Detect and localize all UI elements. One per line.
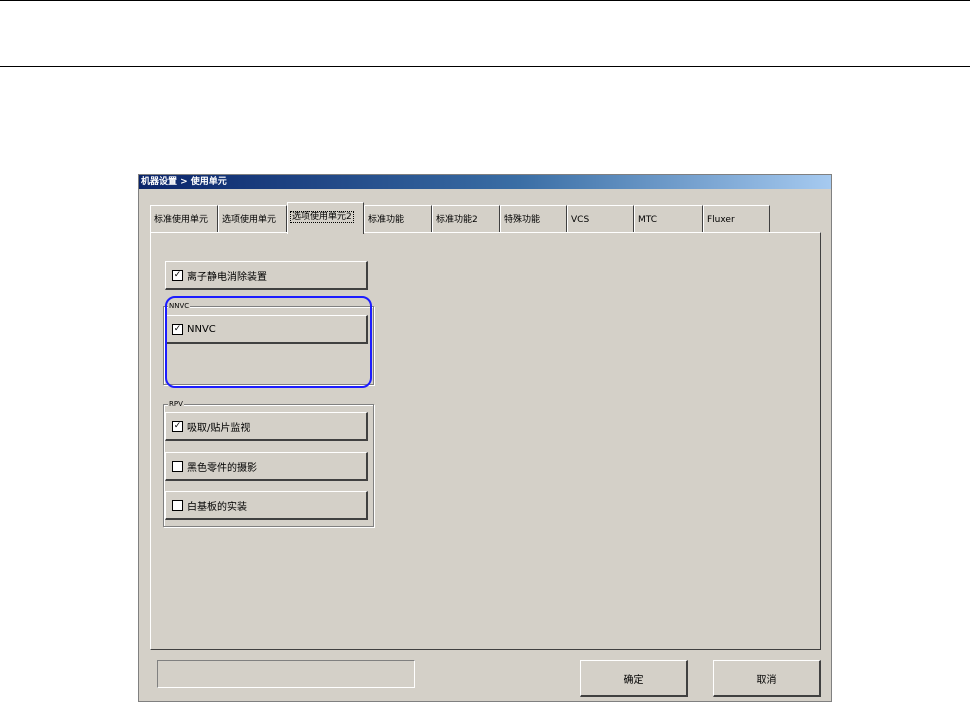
tab-label: 特殊功能 xyxy=(504,215,541,225)
tab-label: 标准功能 xyxy=(368,215,405,225)
top-rule xyxy=(0,0,970,1)
tab-mtc[interactable]: MTC xyxy=(634,205,703,233)
cancel-label: 取消 xyxy=(756,674,777,686)
separator-rule xyxy=(0,66,970,67)
tab-label: 选项使用单元 xyxy=(222,215,277,225)
checkbox-mark[interactable]: ✓ xyxy=(172,420,183,432)
tab-panel: ✓ 离子静电消除装置 NNVC ✓ NNVC RPV ✓ 吸取/贴片监视 黑色零… xyxy=(150,232,821,650)
pickup-monitor-label: 吸取/贴片监视 xyxy=(187,422,251,434)
white-board-checkbox-button[interactable]: 白基板的实装 xyxy=(165,491,368,520)
tab-standard-functions-2[interactable]: 标准功能2 xyxy=(432,205,500,233)
ionizer-label: 离子静电消除装置 xyxy=(187,271,267,283)
tab-special-functions[interactable]: 特殊功能 xyxy=(500,205,567,233)
cancel-button[interactable]: 取消 xyxy=(713,660,821,697)
black-part-label: 黑色零件的摄影 xyxy=(187,462,257,474)
rpv-group-label: RPV xyxy=(168,399,184,409)
tab-label: Fluxer xyxy=(707,215,735,225)
tab-label: 标准使用单元 xyxy=(154,215,209,225)
checkbox-mark[interactable]: ✓ xyxy=(172,269,183,281)
tab-fluxer[interactable]: Fluxer xyxy=(703,205,770,233)
tab-standard-functions[interactable]: 标准功能 xyxy=(364,205,432,233)
status-field xyxy=(157,660,415,688)
tab-label: VCS xyxy=(571,215,590,225)
ok-button[interactable]: 确定 xyxy=(580,660,688,697)
tab-vcs[interactable]: VCS xyxy=(567,205,634,233)
ok-label: 确定 xyxy=(623,674,644,686)
white-board-label: 白基板的实装 xyxy=(187,501,247,513)
checkbox-mark[interactable] xyxy=(172,460,183,472)
tab-label: MTC xyxy=(638,215,658,225)
checkbox-mark[interactable] xyxy=(172,499,183,511)
nnvc-highlight-annotation xyxy=(165,296,372,388)
tab-label: 选项使用单元2 xyxy=(290,211,354,223)
machine-settings-dialog: 机器设置 > 使用单元 标准使用单元 选项使用单元 选项使用单元2 标准功能 标… xyxy=(138,174,832,702)
tab-standard-units[interactable]: 标准使用单元 xyxy=(150,205,218,233)
tab-option-units[interactable]: 选项使用单元 xyxy=(218,205,287,233)
pickup-monitor-checkbox-button[interactable]: ✓ 吸取/贴片监视 xyxy=(165,412,368,441)
black-part-checkbox-button[interactable]: 黑色零件的摄影 xyxy=(165,452,368,481)
tab-option-units-2[interactable]: 选项使用单元2 xyxy=(287,202,364,234)
ionizer-checkbox-button[interactable]: ✓ 离子静电消除装置 xyxy=(165,261,368,290)
tab-label: 标准功能2 xyxy=(436,215,478,225)
dialog-title: 机器设置 > 使用单元 xyxy=(139,175,831,189)
